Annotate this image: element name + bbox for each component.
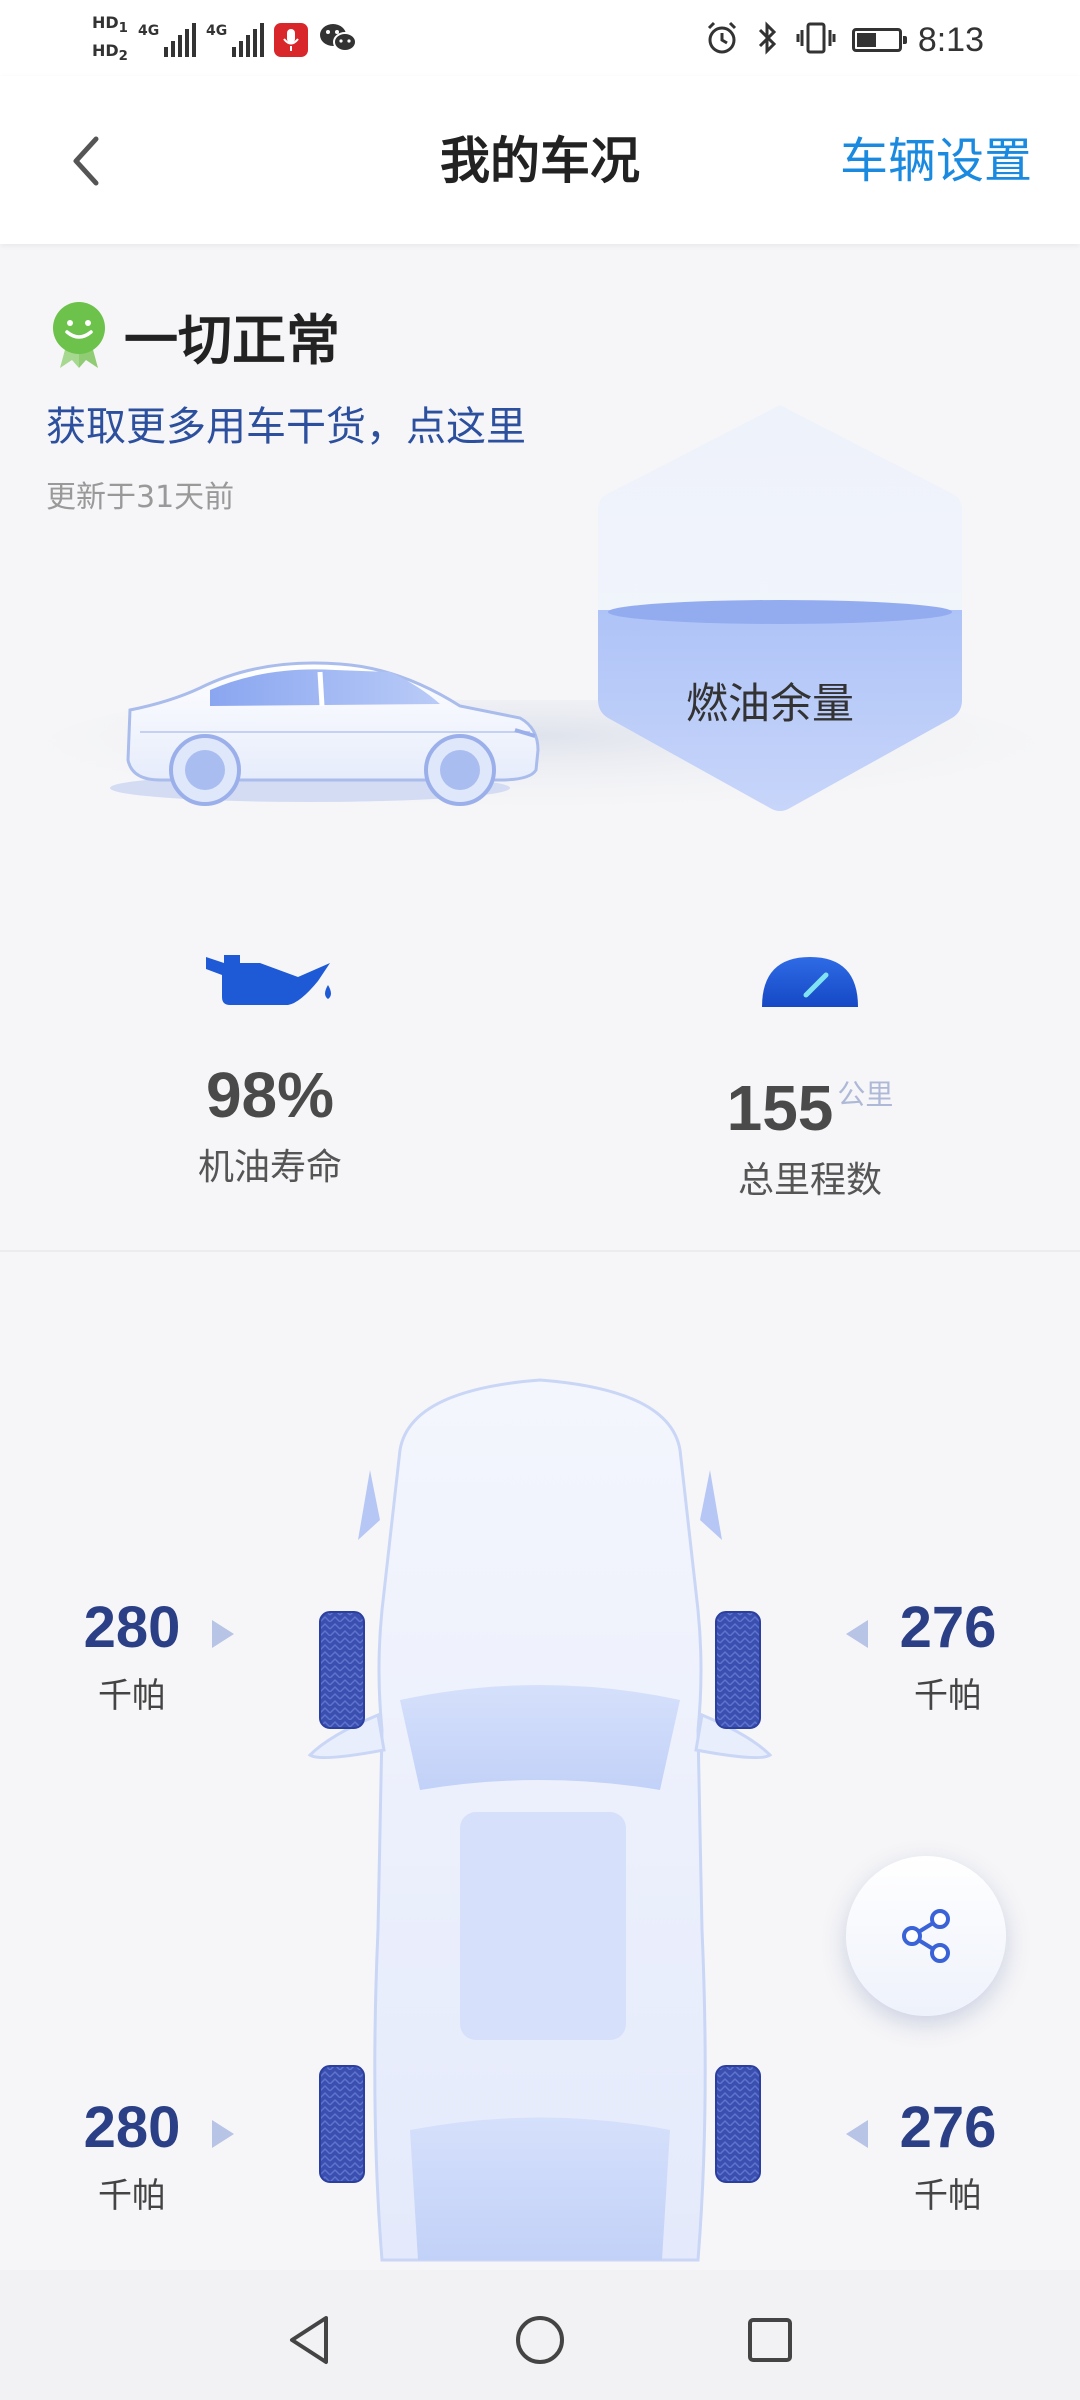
tire-rear-left-value: 280: [83, 2095, 181, 2160]
oil-can-icon: [120, 940, 420, 1020]
tire-rear-right-arrow: [846, 2120, 868, 2148]
app-header: 我的车况 车辆设置: [0, 76, 1080, 244]
tire-front-left-unit: 千帕: [98, 1676, 166, 1716]
nav-home-button[interactable]: [500, 2300, 580, 2380]
hd1-label: HD: [92, 12, 119, 32]
mileage-unit: 公里: [837, 1079, 894, 1110]
tire-rear-left-unit: 千帕: [98, 2176, 166, 2216]
bluetooth-icon: [756, 20, 780, 60]
fuel-gauge: [598, 405, 962, 811]
network-label-1: 4G: [137, 23, 160, 39]
oil-life-metric[interactable]: 98% 机油寿命: [120, 940, 420, 1190]
system-nav-bar: [0, 2270, 1080, 2400]
mileage-value-row: 155 公里: [660, 1060, 960, 1143]
battery-icon: [851, 28, 907, 52]
nav-back-button[interactable]: [270, 2300, 350, 2380]
car-top-illustration: [307, 1378, 773, 2262]
tire-rear-right: 276 千帕: [868, 2096, 1028, 2217]
status-time: 8:13: [917, 20, 984, 59]
car-side-illustration: [110, 661, 540, 806]
updated-time: 更新于31天前: [46, 480, 235, 515]
mileage-value: 155: [726, 1072, 834, 1144]
hd2-sub: 2: [118, 49, 128, 65]
share-icon: [902, 1909, 950, 1963]
wechat-icon: [318, 21, 358, 59]
status-bar-right: 8:13: [704, 10, 984, 70]
microphone-icon: [273, 23, 308, 57]
alarm-icon: [704, 20, 740, 60]
mileage-label: 总里程数: [737, 1160, 882, 1201]
tire-rear-right-value: 276: [899, 2095, 997, 2160]
oil-life-label: 机油寿命: [197, 1147, 342, 1188]
promo-link[interactable]: 获取更多用车干货，点这里: [46, 394, 526, 452]
nav-recents-button[interactable]: [730, 2300, 810, 2380]
vibrate-icon: [796, 20, 836, 60]
share-button[interactable]: [846, 1856, 1006, 2016]
section-divider: [0, 1250, 1080, 1252]
status-text: 一切正常: [124, 309, 340, 372]
triangle-back-icon: [290, 2316, 328, 2364]
speedometer-icon: [660, 940, 960, 1020]
mileage-metric[interactable]: 155 公里 总里程数: [660, 940, 960, 1203]
tire-front-right-value: 276: [899, 1595, 997, 1660]
tire-front-right-unit: 千帕: [914, 1676, 982, 1716]
signal-icon-2: 4G: [206, 23, 264, 57]
tire-rear-left: 280 千帕: [52, 2096, 212, 2217]
hd2-label: HD: [92, 41, 119, 60]
tire-front-right: 276 千帕: [868, 1596, 1028, 1717]
tire-front-right-arrow: [846, 1620, 868, 1648]
tire-front-left-arrow: [212, 1620, 234, 1648]
hd1-sub: 1: [118, 21, 128, 36]
fuel-label: 燃油余量: [685, 679, 854, 728]
status-row: 一切正常: [48, 296, 340, 375]
hd2-indicator: HD2: [92, 41, 128, 67]
tire-front-left-value: 280: [83, 1595, 181, 1660]
tire-rear-left-arrow: [212, 2120, 234, 2148]
network-label-2: 4G: [205, 23, 228, 39]
hd-indicators: HD1 HD2: [92, 13, 128, 67]
circle-home-icon: [516, 2316, 564, 2364]
oil-life-value: 98%: [205, 1059, 335, 1131]
tire-front-left: 280 千帕: [52, 1596, 212, 1717]
hd1-indicator: HD1: [92, 13, 128, 39]
signal-icon-1: 4G: [138, 23, 196, 57]
square-recents-icon: [748, 2318, 792, 2362]
tire-rear-right-unit: 千帕: [914, 2176, 982, 2216]
vehicle-settings-button[interactable]: 车辆设置: [840, 126, 1032, 196]
smiley-badge-icon: [48, 298, 110, 374]
status-bar-left: HD1 HD2 4G 4G: [92, 10, 358, 70]
status-bar: HD1 HD2 4G 4G 8:13: [0, 0, 1080, 76]
